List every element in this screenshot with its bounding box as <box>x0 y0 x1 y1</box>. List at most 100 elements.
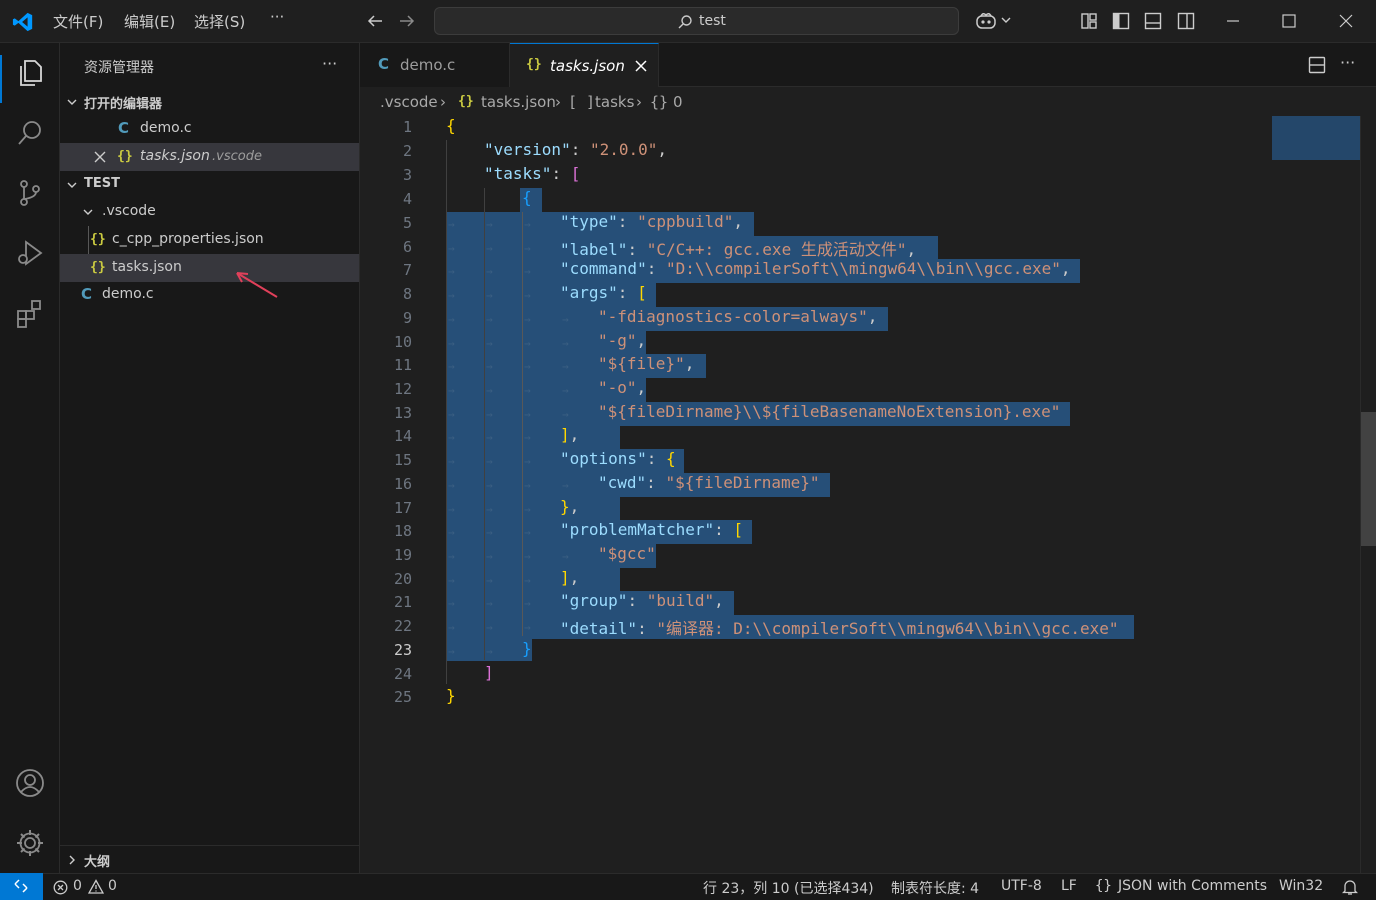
tab-marker: → <box>486 597 493 610</box>
forward-arrow-icon[interactable] <box>398 12 416 30</box>
menu-edit[interactable]: 编辑(E) <box>124 11 175 32</box>
code-line-4: { <box>522 188 532 207</box>
open-editor-label: demo.c <box>140 120 192 136</box>
file-tasks-json[interactable]: {} tasks.json <box>60 254 359 282</box>
file-label: demo.c <box>102 286 154 302</box>
tab-marker: → <box>448 526 455 539</box>
menu-file[interactable]: 文件(F) <box>53 11 103 32</box>
breadcrumb-file[interactable]: tasks.json <box>481 93 556 111</box>
code-line-21: "group": "build", <box>560 591 724 610</box>
tab-marker: → <box>562 550 569 563</box>
close-tab-icon[interactable] <box>634 59 648 73</box>
open-editors-section[interactable]: 打开的编辑器 <box>60 88 359 116</box>
search-text: test <box>699 13 726 29</box>
file-c-cpp-properties[interactable]: {} c_cpp_properties.json <box>60 226 359 254</box>
split-editor-icon[interactable] <box>1308 56 1326 74</box>
menu-more-icon[interactable]: ··· <box>270 8 284 26</box>
maximize-icon[interactable] <box>1280 12 1298 30</box>
open-editor-item-tasks[interactable]: {} tasks.json .vscode <box>60 143 359 171</box>
chevron-right-icon: › <box>440 93 446 111</box>
tab-marker: → <box>524 479 531 492</box>
tab-label: demo.c <box>400 56 456 74</box>
scrollbar-thumb[interactable] <box>1361 412 1376 546</box>
minimap-area[interactable] <box>1272 116 1360 873</box>
accounts-icon[interactable] <box>14 767 46 799</box>
end-of-line[interactable]: LF <box>1061 878 1077 894</box>
tab-marker: → <box>562 337 569 350</box>
code-line-24: ] <box>484 663 494 682</box>
minimize-icon[interactable] <box>1224 12 1242 30</box>
file-label: tasks.json <box>112 259 182 275</box>
code-line-2: "version": "2.0.0", <box>484 140 668 159</box>
tab-marker: → <box>524 289 531 302</box>
tab-marker: → <box>448 218 455 231</box>
tab-marker: → <box>486 337 493 350</box>
tab-marker: → <box>486 218 493 231</box>
close-editor-icon[interactable] <box>93 150 107 164</box>
file-demo-c[interactable]: C demo.c <box>60 281 359 309</box>
run-debug-icon[interactable] <box>14 237 46 269</box>
cursor-position[interactable]: 行 23，列 10 (已选择434) <box>703 878 874 898</box>
line-number: 12 <box>393 380 412 398</box>
breadcrumb-folder[interactable]: .vscode <box>380 93 438 111</box>
extensions-icon[interactable] <box>14 297 46 329</box>
sidebar-more-icon[interactable]: ··· <box>322 54 337 73</box>
source-control-icon[interactable] <box>14 177 46 209</box>
indent-guide <box>446 140 447 684</box>
search-view-icon[interactable] <box>14 117 46 149</box>
command-center-search[interactable]: test <box>434 7 959 35</box>
settings-gear-icon[interactable] <box>14 827 46 859</box>
error-count[interactable]: 0 <box>73 878 82 894</box>
breadcrumb-tasks[interactable]: tasks <box>595 93 634 111</box>
outline-section[interactable]: 大纲 <box>60 846 359 874</box>
code-line-5: "type": "cppbuild", <box>560 212 744 231</box>
tab-marker: → <box>486 265 493 278</box>
code-line-8: "args": [ <box>560 283 647 302</box>
back-arrow-icon[interactable] <box>366 12 384 30</box>
chevron-down-icon[interactable] <box>1000 15 1012 25</box>
toggle-secondary-sidebar-icon[interactable] <box>1177 12 1195 30</box>
code-line-6: "label": "C/C++: gcc.exe 生成活动文件", <box>560 240 917 259</box>
c-file-icon: C <box>378 55 390 73</box>
tab-marker: → <box>486 431 493 444</box>
breadcrumb-index[interactable]: 0 <box>673 93 683 111</box>
encoding[interactable]: UTF-8 <box>1001 878 1042 894</box>
code-editor[interactable]: → → → → → → → → → → → → → → → → → → → → → → → → → → → → → → → → → → → → → → → →… <box>360 116 1376 873</box>
toggle-panel-icon[interactable] <box>1144 12 1162 30</box>
warning-count[interactable]: 0 <box>108 878 117 894</box>
platform[interactable]: Win32 <box>1279 878 1323 894</box>
folder-vscode[interactable]: .vscode <box>60 198 359 226</box>
tab-marker: → <box>524 526 531 539</box>
explorer-files-icon[interactable] <box>14 57 46 89</box>
code-line-14: ], <box>560 425 580 444</box>
close-window-icon[interactable] <box>1337 12 1355 30</box>
indent-guide <box>484 188 485 660</box>
remote-indicator[interactable] <box>0 873 43 900</box>
toggle-primary-sidebar-icon[interactable] <box>1112 12 1130 30</box>
editor-more-actions-icon[interactable]: ··· <box>1340 53 1355 72</box>
error-icon[interactable] <box>53 880 68 895</box>
copilot-icon[interactable] <box>975 11 997 31</box>
tab-marker: → <box>486 384 493 397</box>
tab-tasks-json[interactable]: {} tasks.json <box>510 43 659 87</box>
tab-demo-c[interactable]: C demo.c <box>360 43 510 87</box>
tab-marker: → <box>524 242 531 255</box>
indentation[interactable]: 制表符长度: 4 <box>891 878 979 898</box>
open-editor-item-demo[interactable]: C demo.c <box>60 115 359 143</box>
warning-icon[interactable] <box>88 879 104 894</box>
tab-marker: → <box>448 645 455 658</box>
line-number: 15 <box>393 451 412 469</box>
language-icon: {} <box>1095 878 1112 894</box>
language-mode[interactable]: JSON with Comments <box>1118 878 1267 894</box>
line-number: 10 <box>393 333 412 351</box>
tab-marker: → <box>486 645 493 658</box>
line-number: 24 <box>393 665 412 683</box>
tab-marker: → <box>448 242 455 255</box>
breadcrumb: .vscode › {} tasks.json › [ ] tasks › {}… <box>360 88 1360 116</box>
customize-layout-icon[interactable] <box>1080 12 1098 30</box>
chevron-down-icon <box>83 209 93 215</box>
notifications-bell-icon[interactable] <box>1342 879 1358 896</box>
menu-selection[interactable]: 选择(S) <box>194 11 245 32</box>
outline-header: 大纲 <box>84 855 111 870</box>
workspace-section[interactable]: TEST <box>60 171 359 199</box>
